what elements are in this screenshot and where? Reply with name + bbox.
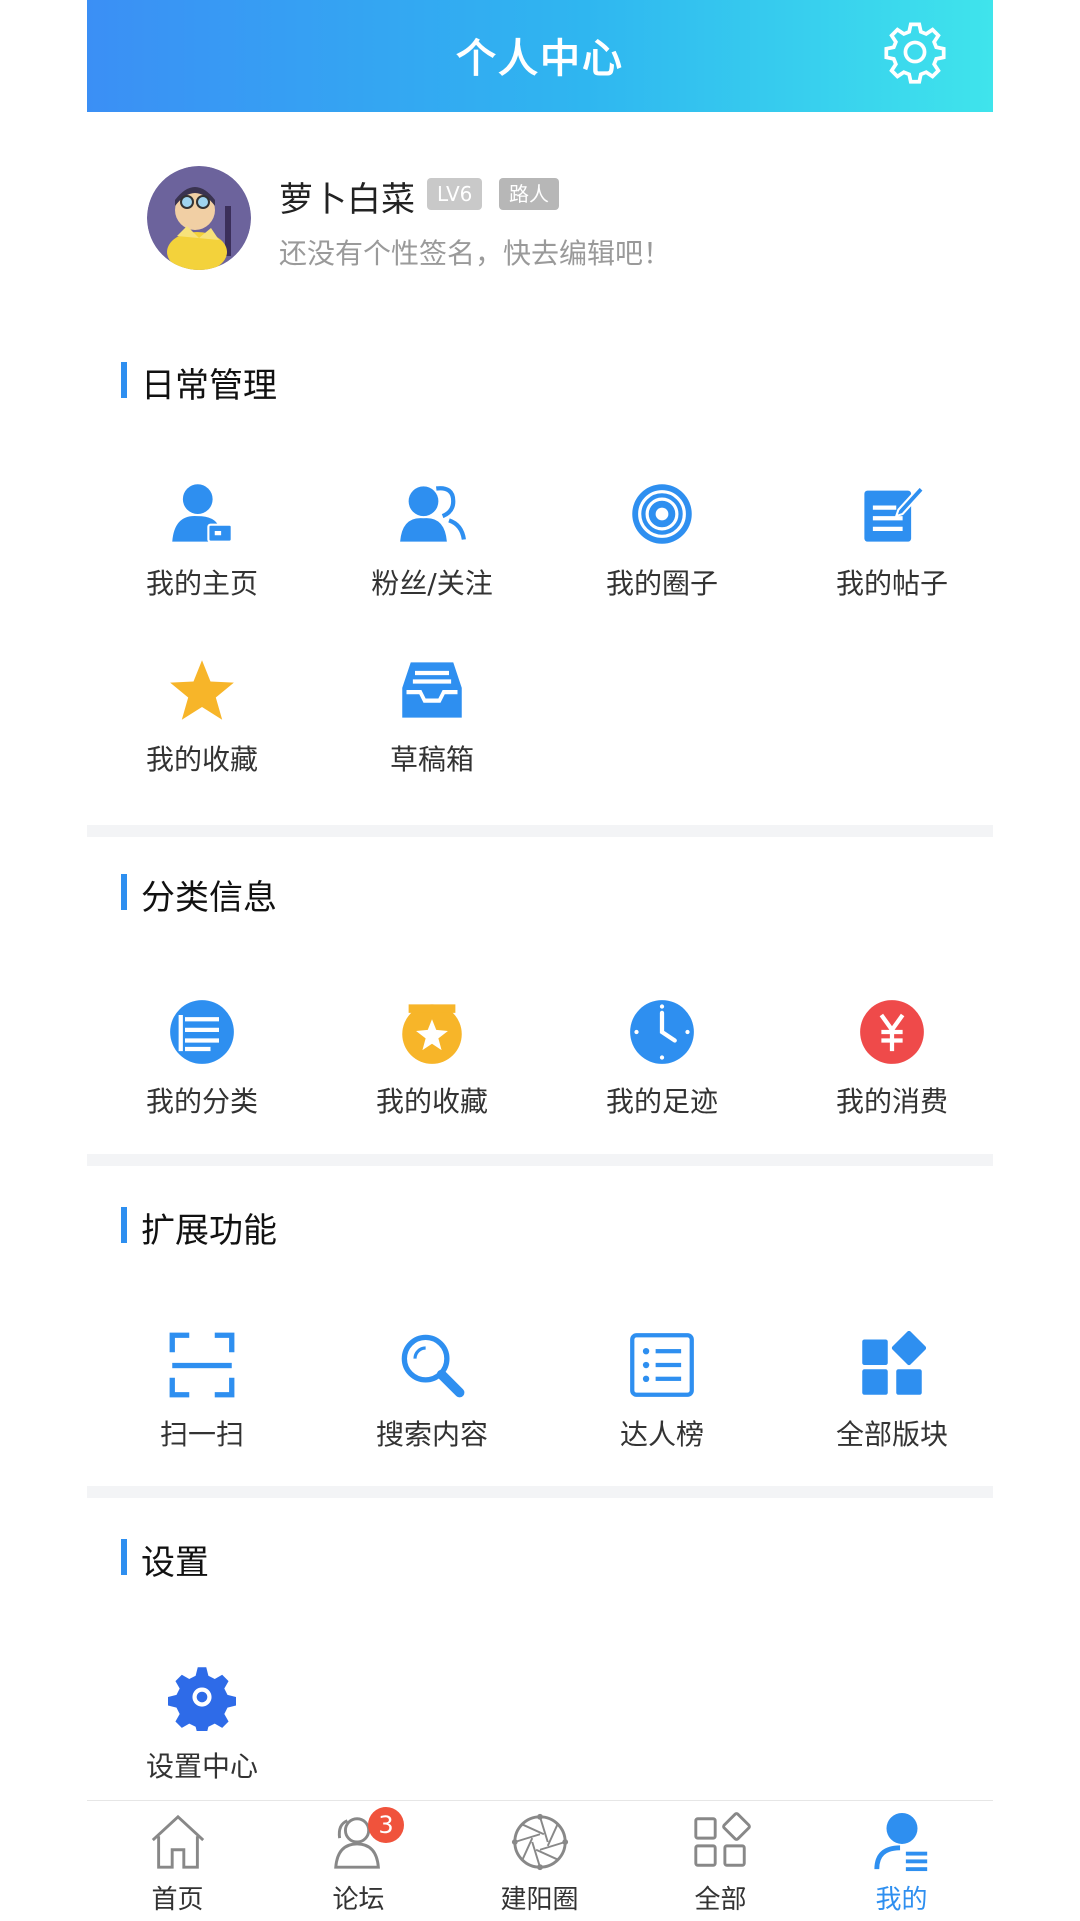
section-accent-bar: [121, 1207, 127, 1243]
section-extend: 扩展功能 扫一扫 搜索内容 达人榜 全部版块: [87, 1205, 993, 1485]
item-label: 全部版块: [835, 1418, 948, 1451]
section-accent-bar: [121, 1539, 127, 1575]
star-icon: [170, 660, 234, 720]
tab-label: 首页: [151, 1885, 204, 1915]
signature-text[interactable]: 还没有个性签名，快去编辑吧！: [279, 232, 671, 272]
item-label: 我的足迹: [605, 1085, 718, 1118]
page-title: 个人中心: [456, 36, 624, 82]
tab-label: 建阳圈: [500, 1885, 579, 1915]
item-label: 我的消费: [835, 1085, 948, 1118]
avatar[interactable]: [147, 166, 251, 270]
section-title: 分类信息: [141, 878, 277, 918]
search-icon: [401, 1334, 465, 1398]
item-label: 我的主页: [145, 567, 258, 600]
settings-gear-icon: [168, 1667, 236, 1731]
tab-all[interactable]: 全部: [630, 1801, 811, 1921]
tab-label: 论坛: [332, 1885, 385, 1915]
item-expert-ranking[interactable]: 达人榜: [547, 1331, 777, 1453]
item-label: 搜索内容: [375, 1418, 488, 1451]
section-settings: 设置 设置中心: [87, 1537, 993, 1797]
item-label: 达人榜: [619, 1418, 704, 1451]
section-divider: [87, 1486, 993, 1498]
section-accent-bar: [121, 362, 127, 398]
home-icon: [151, 1814, 205, 1869]
item-label: 我的收藏: [375, 1085, 488, 1118]
item-my-favorites[interactable]: 我的收藏: [87, 656, 317, 778]
item-search-content[interactable]: 搜索内容: [317, 1331, 547, 1453]
item-label: 粉丝/关注: [371, 567, 493, 600]
tab-jianyang-circle[interactable]: 建阳圈: [449, 1801, 630, 1921]
fans-icon: [400, 486, 466, 542]
ranking-list-icon: [630, 1333, 694, 1397]
item-drafts[interactable]: 草稿箱: [317, 656, 547, 778]
tab-mine[interactable]: 我的: [811, 1801, 992, 1921]
item-settings-center[interactable]: 设置中心: [87, 1663, 317, 1785]
tab-label: 我的: [875, 1885, 928, 1915]
circle-radar-icon: [632, 484, 692, 544]
section-title: 日常管理: [141, 366, 277, 406]
phone-screen: 个人中心 萝卜白菜 LV6 路人 还没有个性签名，快去编辑吧！ 日常管理 我的主…: [87, 0, 993, 1921]
item-category-favorites[interactable]: 我的收藏: [317, 998, 547, 1120]
rank-badge: 路人: [499, 178, 559, 210]
section-divider: [87, 1154, 993, 1166]
section-daily: 日常管理 我的主页 粉丝/关注 我的圈子 我的帖子 我的收藏 草稿箱: [87, 360, 993, 825]
item-label: 我的圈子: [605, 567, 718, 600]
item-my-footprint[interactable]: 我的足迹: [547, 998, 777, 1120]
item-fans-follow[interactable]: 粉丝/关注: [317, 480, 547, 602]
list-circle-icon: [170, 1000, 234, 1064]
section-category: 分类信息 我的分类 我的收藏 我的足迹 我的消费: [87, 872, 993, 1154]
item-my-posts[interactable]: 我的帖子: [777, 480, 1007, 602]
item-my-spending[interactable]: 我的消费: [777, 998, 1007, 1120]
grid-blocks-icon: [862, 1331, 926, 1395]
grid-icon: [694, 1812, 751, 1867]
item-label: 草稿箱: [389, 743, 474, 776]
inbox-icon: [402, 662, 462, 718]
tab-home[interactable]: 首页: [87, 1801, 268, 1921]
user-icon: [874, 1812, 928, 1872]
bottom-tab-bar: 首页 3 论坛 建阳圈 全部 我的: [87, 1800, 993, 1921]
item-scan[interactable]: 扫一扫: [87, 1331, 317, 1453]
settings-gear-icon[interactable]: [881, 18, 949, 86]
header-bar: 个人中心: [87, 0, 993, 112]
clock-icon: [630, 1000, 694, 1064]
username: 萝卜白菜: [279, 180, 415, 220]
item-label: 我的收藏: [145, 743, 258, 776]
level-badge: LV6: [427, 178, 483, 210]
tab-label: 全部: [694, 1885, 747, 1915]
section-title: 设置: [141, 1543, 209, 1583]
item-all-boards[interactable]: 全部版块: [777, 1331, 1007, 1453]
edit-post-icon: [864, 484, 926, 542]
forum-badge: 3: [368, 1807, 404, 1843]
section-accent-bar: [121, 874, 127, 910]
section-title: 扩展功能: [141, 1211, 277, 1251]
tab-forum[interactable]: 3 论坛: [268, 1801, 449, 1921]
section-divider: [87, 825, 993, 837]
profile-card[interactable]: 萝卜白菜 LV6 路人 还没有个性签名，快去编辑吧！: [87, 112, 993, 327]
user-profile-icon: [172, 484, 233, 543]
item-my-homepage[interactable]: 我的主页: [87, 480, 317, 602]
star-badge-icon: [402, 1004, 462, 1064]
yuan-icon: [860, 1000, 924, 1064]
aperture-icon: [511, 1813, 569, 1871]
item-my-circle[interactable]: 我的圈子: [547, 480, 777, 602]
scan-icon: [169, 1332, 235, 1398]
item-my-category[interactable]: 我的分类: [87, 998, 317, 1120]
item-label: 我的分类: [145, 1085, 258, 1118]
item-label: 我的帖子: [835, 567, 948, 600]
item-label: 扫一扫: [159, 1418, 244, 1451]
item-label: 设置中心: [145, 1750, 258, 1783]
